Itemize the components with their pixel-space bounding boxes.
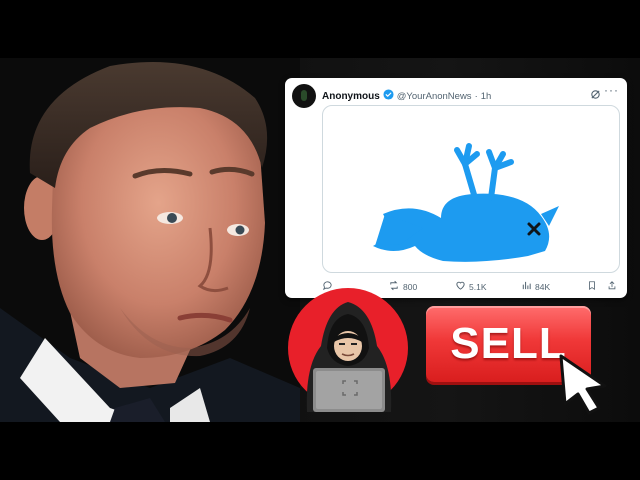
top-letterbox	[0, 0, 640, 58]
author-name[interactable]: Anonymous	[322, 91, 380, 102]
man-portrait	[0, 58, 300, 422]
author-avatar[interactable]	[292, 84, 316, 108]
views-icon	[521, 280, 532, 293]
bookmark-icon[interactable]	[587, 280, 597, 291]
tweet-media[interactable]	[322, 105, 620, 273]
more-icon[interactable]: ···	[604, 83, 619, 97]
author-handle[interactable]: @YourAnonNews	[397, 91, 472, 102]
views-count: 84K	[535, 281, 551, 292]
tweet-time[interactable]: 1h	[481, 91, 492, 102]
like-icon	[455, 280, 466, 293]
sell-button-label: SELL	[450, 319, 567, 368]
dead-bird-icon	[373, 143, 559, 262]
views-action[interactable]: 84K	[521, 280, 550, 293]
hacker-icon	[287, 286, 409, 412]
separator-dot: ·	[474, 90, 478, 102]
like-count: 5.1K	[469, 281, 487, 292]
tweet-card[interactable]: Anonymous @YourAnonNews · 1h ··· 800 5.1…	[285, 78, 627, 298]
verified-badge-icon	[383, 87, 394, 105]
grok-icon[interactable]	[590, 87, 601, 105]
bottom-letterbox	[0, 422, 640, 480]
share-icon[interactable]	[607, 280, 617, 291]
thumbnail-stage: Anonymous @YourAnonNews · 1h ··· 800 5.1…	[0, 0, 640, 480]
like-action[interactable]: 5.1K	[455, 280, 487, 293]
cursor-icon	[553, 352, 613, 416]
